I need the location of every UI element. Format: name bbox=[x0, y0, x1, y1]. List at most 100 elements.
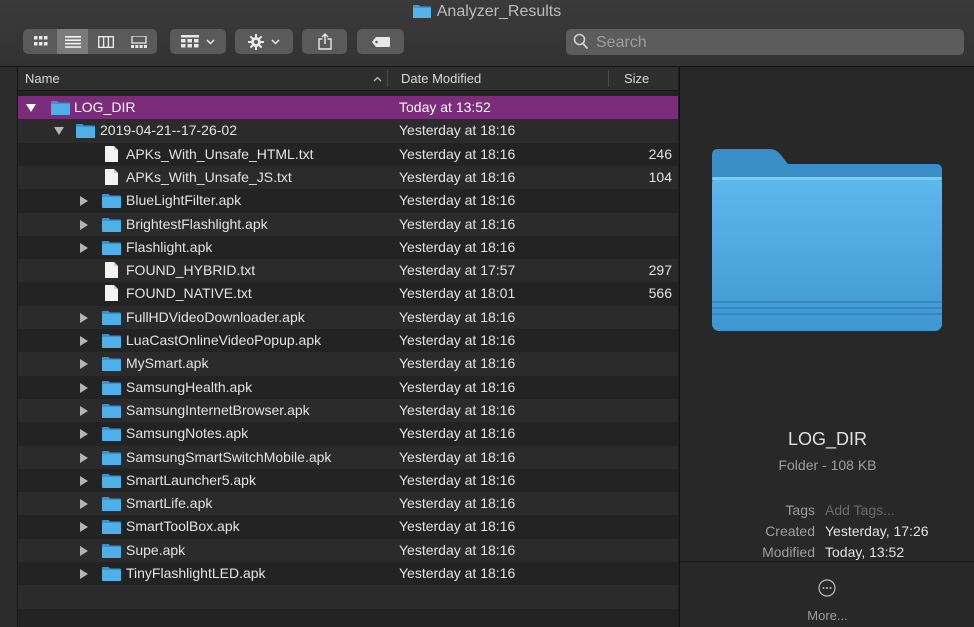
disclosure-collapsed-icon[interactable] bbox=[80, 359, 88, 370]
item-name: SmartLauncher5.apk bbox=[126, 471, 256, 488]
folder-icon bbox=[102, 217, 121, 235]
file-row[interactable]: APKs_With_Unsafe_JS.txt Yesterday at 18:1… bbox=[18, 165, 678, 190]
share-button[interactable] bbox=[302, 29, 347, 54]
group-grid-icon bbox=[181, 35, 199, 48]
document-icon bbox=[105, 285, 118, 304]
folder-row[interactable]: FullHDVideoDownloader.apk Yesterday at 18… bbox=[18, 305, 678, 329]
tags-label: Tags bbox=[785, 502, 815, 518]
action-button[interactable] bbox=[235, 29, 293, 54]
more-ellipsis-icon[interactable] bbox=[818, 579, 836, 597]
item-date-modified: Yesterday at 18:16 bbox=[399, 355, 516, 372]
column-divider[interactable] bbox=[608, 70, 609, 87]
add-tags-field[interactable]: Add Tags... bbox=[825, 502, 895, 518]
folder-row[interactable]: SmartLauncher5.apk Yesterday at 18:16 bbox=[18, 469, 678, 492]
disclosure-collapsed-icon[interactable] bbox=[80, 475, 88, 486]
item-name: SamsungSmartSwitchMobile.apk bbox=[126, 448, 332, 465]
column-divider[interactable] bbox=[387, 70, 388, 87]
item-date-modified: Yesterday at 18:16 bbox=[399, 401, 516, 418]
item-size: 566 bbox=[648, 285, 672, 302]
disclosure-collapsed-icon[interactable] bbox=[80, 429, 88, 440]
list-lines-icon bbox=[64, 35, 81, 48]
column-name-header[interactable]: Name bbox=[25, 67, 385, 90]
folder-icon bbox=[102, 194, 121, 211]
more-button[interactable]: More... bbox=[680, 608, 974, 623]
column-name-label: Name bbox=[25, 71, 60, 86]
gear-icon bbox=[248, 33, 264, 50]
preview-pane: LOG_DIR Folder - 108 KB Tags Add Tags...… bbox=[679, 67, 974, 627]
folder-row[interactable]: BlueLightFilter.apk Yesterday at 18:16 bbox=[18, 189, 678, 212]
window-title-text: Analyzer_Results bbox=[436, 3, 562, 20]
item-name: LuaCastOnlineVideoPopup.apk bbox=[126, 332, 322, 348]
item-size: 297 bbox=[648, 262, 672, 279]
column-header: Name Date Modified Size bbox=[18, 67, 678, 91]
disclosure-collapsed-icon[interactable] bbox=[80, 499, 88, 510]
folder-icon bbox=[102, 240, 121, 258]
folder-icon bbox=[102, 473, 121, 491]
folder-row[interactable]: SmartLife.apk Yesterday at 18:16 bbox=[18, 492, 678, 516]
item-name: BlueLightFilter.apk bbox=[126, 192, 242, 209]
edit-tags-button[interactable] bbox=[357, 29, 404, 54]
column-date-header[interactable]: Date Modified bbox=[401, 67, 606, 90]
gallery-icon bbox=[130, 35, 147, 48]
folder-row[interactable]: TinyFlashlightLED.apk Yesterday at 18:16 bbox=[18, 562, 678, 585]
icon-view-button[interactable] bbox=[25, 29, 56, 54]
disclosure-collapsed-icon[interactable] bbox=[80, 522, 88, 533]
disclosure-collapsed-icon[interactable] bbox=[80, 219, 88, 230]
disclosure-collapsed-icon[interactable] bbox=[80, 336, 88, 346]
icon-grid-icon bbox=[33, 35, 47, 45]
folder-icon bbox=[51, 101, 70, 118]
disclosure-collapsed-icon[interactable] bbox=[80, 569, 88, 579]
item-date-modified: Yesterday at 18:16 bbox=[399, 425, 516, 442]
folder-row[interactable]: SamsungHealth.apk Yesterday at 18:16 bbox=[18, 376, 678, 399]
folder-row[interactable]: MySmart.apk Yesterday at 18:16 bbox=[18, 352, 678, 376]
folder-icon bbox=[412, 5, 431, 18]
folder-row[interactable]: 2019-04-21--17-26-02 Yesterday at 18:16 bbox=[18, 119, 678, 143]
item-date-modified: Yesterday at 18:16 bbox=[399, 518, 516, 535]
file-row[interactable]: APKs_With_Unsafe_HTML.txt Yesterday at 18… bbox=[18, 143, 678, 166]
disclosure-collapsed-icon[interactable] bbox=[80, 405, 88, 416]
folder-icon bbox=[102, 520, 121, 537]
item-date-modified: Yesterday at 18:16 bbox=[399, 192, 516, 209]
preview-title: LOG_DIR bbox=[787, 429, 868, 449]
file-row[interactable]: FOUND_HYBRID.txt Yesterday at 17:57 297 bbox=[18, 259, 678, 283]
item-name: SamsungInternetBrowser.apk bbox=[126, 401, 310, 418]
search-input[interactable] bbox=[594, 31, 958, 55]
gallery-view-button[interactable] bbox=[123, 29, 154, 54]
disclosure-expanded-icon[interactable] bbox=[26, 104, 36, 112]
folder-row[interactable]: SamsungNotes.apk Yesterday at 18:16 bbox=[18, 422, 678, 445]
chevron-down-icon bbox=[271, 38, 280, 45]
folder-row[interactable]: SmartToolBox.apk Yesterday at 18:16 bbox=[18, 515, 678, 538]
disclosure-collapsed-icon[interactable] bbox=[80, 382, 88, 393]
folder-icon bbox=[102, 567, 121, 584]
folder-row[interactable]: LOG_DIR Today at 13:52 bbox=[18, 96, 678, 120]
folder-row[interactable]: Flashlight.apk Yesterday at 18:16 bbox=[18, 236, 678, 259]
group-by-button[interactable] bbox=[170, 29, 226, 54]
file-row[interactable]: FOUND_NATIVE.txt Yesterday at 18:01 566 bbox=[18, 282, 678, 305]
disclosure-expanded-icon[interactable] bbox=[54, 127, 64, 136]
disclosure-collapsed-icon[interactable] bbox=[80, 196, 88, 207]
modified-label: Modified bbox=[762, 544, 815, 560]
item-name: APKs_With_Unsafe_HTML.txt bbox=[126, 145, 314, 162]
folder-row[interactable]: SamsungInternetBrowser.apk Yesterday at 1… bbox=[18, 398, 678, 423]
folder-icon bbox=[102, 403, 121, 421]
folder-row[interactable]: Supe.apk Yesterday at 18:16 bbox=[18, 538, 678, 562]
disclosure-collapsed-icon[interactable] bbox=[80, 242, 88, 253]
item-name: MySmart.apk bbox=[126, 355, 209, 372]
disclosure-collapsed-icon[interactable] bbox=[80, 312, 88, 323]
item-name: Supe.apk bbox=[126, 541, 186, 558]
disclosure-collapsed-icon[interactable] bbox=[80, 452, 88, 463]
disclosure-collapsed-icon[interactable] bbox=[80, 545, 88, 556]
search-icon bbox=[573, 33, 589, 50]
document-icon bbox=[105, 145, 118, 165]
search-field[interactable] bbox=[566, 29, 964, 55]
item-date-modified: Yesterday at 18:16 bbox=[399, 332, 516, 348]
column-date-label: Date Modified bbox=[401, 71, 482, 86]
toolbar: Analyzer_Results bbox=[0, 0, 974, 67]
folder-row[interactable]: LuaCastOnlineVideoPopup.apk Yesterday at … bbox=[18, 329, 678, 352]
folder-row[interactable]: BrightestFlashlight.apk Yesterday at 18:1… bbox=[18, 212, 678, 236]
list-view-button[interactable] bbox=[57, 29, 88, 54]
item-name: FOUND_NATIVE.txt bbox=[126, 285, 252, 302]
folder-row[interactable]: SamsungSmartSwitchMobile.apk Yesterday at… bbox=[18, 445, 678, 469]
column-size-header[interactable]: Size bbox=[624, 67, 674, 90]
column-view-button[interactable] bbox=[90, 29, 121, 54]
